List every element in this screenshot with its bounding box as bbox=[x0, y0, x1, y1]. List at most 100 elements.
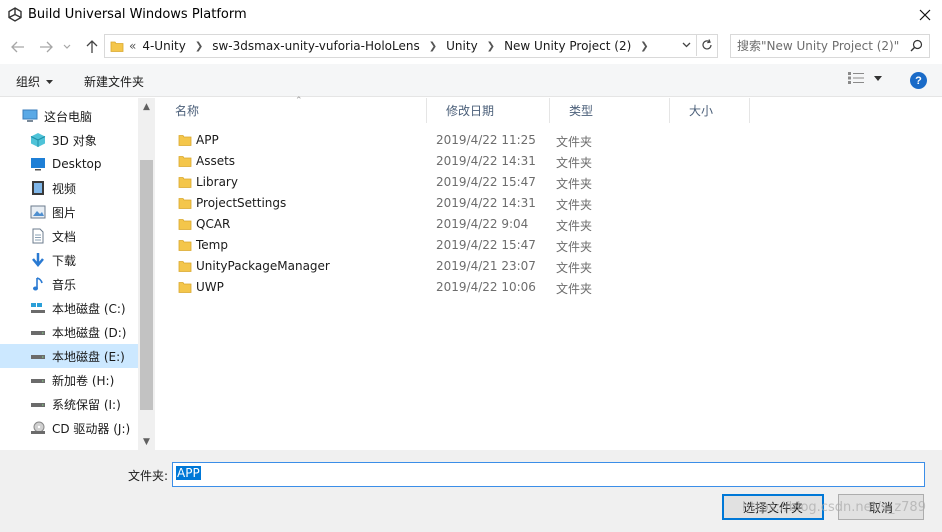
view-options[interactable] bbox=[848, 72, 882, 84]
table-row[interactable]: Temp 2019/4/22 15:47 文件夹 bbox=[156, 235, 942, 256]
file-date: 2019/4/22 15:47 bbox=[436, 175, 536, 189]
sidebar-item-label: Desktop bbox=[52, 157, 102, 171]
search-input[interactable] bbox=[731, 35, 901, 57]
folder-label: 文件夹: bbox=[128, 469, 169, 483]
address-bar[interactable]: « 4-Unity ❯ sw-3dsmax-unity-vuforia-Holo… bbox=[104, 34, 718, 58]
sidebar-item-this-pc[interactable]: 这台电脑 bbox=[0, 104, 138, 128]
sidebar-item-music[interactable]: 音乐 bbox=[0, 272, 138, 296]
scroll-down-icon[interactable]: ▼ bbox=[138, 433, 155, 450]
pictures-icon bbox=[30, 204, 46, 220]
computer-icon bbox=[22, 108, 38, 124]
breadcrumb-separator-icon[interactable]: ❯ bbox=[487, 41, 495, 52]
sidebar-item-label: 这台电脑 bbox=[44, 109, 93, 124]
command-toolbar: 组织 新建文件夹 ? bbox=[0, 64, 942, 97]
sidebar-item-videos[interactable]: 视频 bbox=[0, 176, 138, 200]
file-name[interactable]: QCAR bbox=[196, 217, 230, 231]
folder-icon bbox=[178, 198, 192, 209]
table-row[interactable]: Assets 2019/4/22 14:31 文件夹 bbox=[156, 151, 942, 172]
file-name[interactable]: ProjectSettings bbox=[196, 196, 286, 210]
forward-button[interactable] bbox=[36, 37, 56, 57]
table-row[interactable]: QCAR 2019/4/22 9:04 文件夹 bbox=[156, 214, 942, 235]
refresh-button[interactable] bbox=[696, 34, 716, 56]
table-row[interactable]: Library 2019/4/22 15:47 文件夹 bbox=[156, 172, 942, 193]
close-button[interactable] bbox=[908, 0, 942, 30]
table-row[interactable]: UWP 2019/4/22 10:06 文件夹 bbox=[156, 277, 942, 298]
file-type: 文件夹 bbox=[556, 135, 593, 149]
file-type: 文件夹 bbox=[556, 261, 593, 275]
up-arrow-icon bbox=[86, 40, 98, 53]
breadcrumb-item[interactable]: sw-3dsmax-unity-vuforia-HoloLens bbox=[212, 39, 420, 53]
new-folder-button[interactable]: 新建文件夹 bbox=[84, 73, 144, 90]
address-history-button[interactable] bbox=[676, 34, 696, 56]
sidebar-item-drive-i[interactable]: 系统保留 (I:) bbox=[0, 392, 138, 416]
folder-name-value: APP bbox=[176, 466, 201, 480]
column-header-size[interactable]: 大小 bbox=[670, 98, 750, 123]
file-name[interactable]: UWP bbox=[196, 280, 224, 294]
breadcrumb-overflow[interactable]: « bbox=[129, 39, 136, 53]
dropdown-arrow-icon bbox=[874, 75, 882, 81]
column-header-modified[interactable]: 修改日期 bbox=[427, 98, 550, 123]
sidebar-item-drive-d[interactable]: 本地磁盘 (D:) bbox=[0, 320, 138, 344]
navigation-row: « 4-Unity ❯ sw-3dsmax-unity-vuforia-Holo… bbox=[0, 33, 942, 61]
sidebar-scrollbar[interactable]: ▲ ▼ bbox=[138, 98, 155, 450]
up-button[interactable] bbox=[82, 37, 102, 57]
table-row[interactable]: UnityPackageManager 2019/4/21 23:07 文件夹 bbox=[156, 256, 942, 277]
scrollbar-thumb[interactable] bbox=[140, 160, 153, 410]
sidebar-item-drive-h[interactable]: 新加卷 (H:) bbox=[0, 368, 138, 392]
chevron-down-icon bbox=[63, 44, 71, 49]
file-type: 文件夹 bbox=[556, 156, 593, 170]
sidebar-item-documents[interactable]: 文档 bbox=[0, 224, 138, 248]
back-arrow-icon bbox=[11, 41, 24, 53]
file-name[interactable]: Library bbox=[196, 175, 238, 189]
table-row[interactable]: APP 2019/4/22 11:25 文件夹 bbox=[156, 130, 942, 151]
sidebar-item-label: 图片 bbox=[52, 205, 77, 220]
file-date: 2019/4/22 15:47 bbox=[436, 238, 536, 252]
sidebar-item-label: 3D 对象 bbox=[52, 133, 97, 148]
organize-menu[interactable]: 组织 bbox=[16, 73, 54, 90]
breadcrumb-item[interactable]: 4-Unity bbox=[142, 39, 186, 53]
navigation-pane: 这台电脑 3D 对象 Desktop 视频 图片 文档 下载 音乐 本地磁盘 (… bbox=[0, 98, 155, 450]
sidebar-item-label: 本地磁盘 (E:) bbox=[52, 349, 125, 364]
sidebar-item-label: 视频 bbox=[52, 181, 77, 196]
music-icon bbox=[30, 276, 46, 292]
folder-name-field[interactable]: APP bbox=[172, 462, 925, 487]
dropdown-arrow-icon bbox=[46, 79, 54, 84]
sidebar-item-cd-drive-j[interactable]: CD 驱动器 (J:) bbox=[0, 416, 138, 440]
search-icon[interactable] bbox=[910, 39, 923, 52]
sidebar-item-label: 本地磁盘 (C:) bbox=[52, 301, 126, 316]
column-header-type[interactable]: 类型 bbox=[550, 98, 670, 123]
recent-locations-button[interactable] bbox=[60, 37, 74, 57]
table-row[interactable]: ProjectSettings 2019/4/22 14:31 文件夹 bbox=[156, 193, 942, 214]
file-date: 2019/4/22 11:25 bbox=[436, 133, 536, 147]
file-type: 文件夹 bbox=[556, 240, 593, 254]
documents-icon bbox=[30, 228, 46, 244]
sidebar-item-3d-objects[interactable]: 3D 对象 bbox=[0, 128, 138, 152]
scroll-up-icon[interactable]: ▲ bbox=[138, 98, 155, 115]
column-header-name[interactable]: 名称 bbox=[156, 98, 427, 123]
breadcrumb-item[interactable]: New Unity Project (2) bbox=[504, 39, 631, 53]
folder-icon bbox=[178, 156, 192, 167]
sidebar-item-drive-e[interactable]: 本地磁盘 (E:) bbox=[0, 344, 138, 368]
sidebar-item-pictures[interactable]: 图片 bbox=[0, 200, 138, 224]
sidebar-item-drive-c[interactable]: 本地磁盘 (C:) bbox=[0, 296, 138, 320]
file-name[interactable]: APP bbox=[196, 133, 219, 147]
cd-drive-icon bbox=[30, 420, 46, 436]
sidebar-item-downloads[interactable]: 下载 bbox=[0, 248, 138, 272]
desktop-icon bbox=[30, 156, 46, 172]
back-button[interactable] bbox=[8, 37, 28, 57]
refresh-icon bbox=[701, 39, 712, 50]
breadcrumb-separator-icon[interactable]: ❯ bbox=[429, 41, 437, 52]
breadcrumb-separator-icon[interactable]: ❯ bbox=[195, 41, 203, 52]
help-button[interactable]: ? bbox=[910, 72, 927, 89]
downloads-icon bbox=[30, 252, 46, 268]
file-name[interactable]: Temp bbox=[196, 238, 228, 252]
breadcrumb-item[interactable]: Unity bbox=[446, 39, 478, 53]
breadcrumb-separator-icon[interactable]: ❯ bbox=[640, 41, 648, 52]
file-name[interactable]: Assets bbox=[196, 154, 235, 168]
file-name[interactable]: UnityPackageManager bbox=[196, 259, 330, 273]
sidebar-item-label: 文档 bbox=[52, 229, 77, 244]
file-type: 文件夹 bbox=[556, 177, 593, 191]
sidebar-item-desktop[interactable]: Desktop bbox=[0, 152, 138, 176]
file-date: 2019/4/22 14:31 bbox=[436, 154, 536, 168]
drive-icon bbox=[30, 348, 46, 364]
